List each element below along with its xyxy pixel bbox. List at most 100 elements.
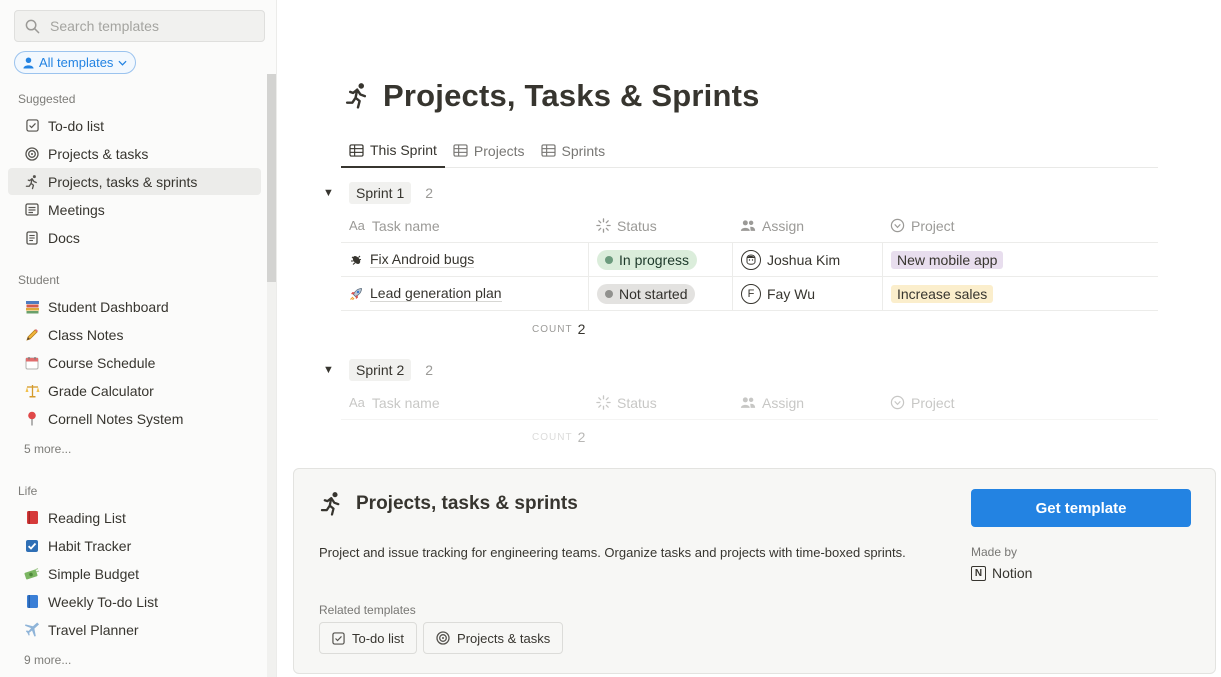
column-label: Status <box>617 394 657 411</box>
life-more-link[interactable]: 9 more... <box>24 653 71 667</box>
collapse-caret-icon[interactable]: ▼ <box>323 187 335 199</box>
column-project[interactable]: Project <box>882 386 1158 419</box>
task-cell[interactable]: Fix Android bugs <box>341 243 588 276</box>
sidebar-item-habit-tracker[interactable]: Habit Tracker <box>8 532 261 559</box>
pin-icon <box>23 410 41 428</box>
column-assign[interactable]: Assign <box>732 209 882 242</box>
table-row[interactable]: Fix Android bugs In progress Joshua Kim … <box>341 243 1158 277</box>
student-more-link[interactable]: 5 more... <box>24 442 71 456</box>
sidebar-item-docs[interactable]: Docs <box>8 224 261 251</box>
group-name: Sprint 1 <box>349 182 412 204</box>
search-box[interactable] <box>14 10 265 42</box>
sidebar-scrollbar-thumb[interactable] <box>267 74 276 282</box>
project-cell[interactable]: New mobile app <box>882 243 1158 276</box>
column-task-name[interactable]: Aa Task name <box>341 209 588 242</box>
collapse-caret-icon[interactable]: ▼ <box>323 364 335 376</box>
sidebar-item-to-do-list[interactable]: To-do list <box>8 112 261 139</box>
task-name: Fix Android bugs <box>370 251 475 268</box>
project-cell[interactable]: Increase sales <box>882 277 1158 310</box>
status-text: Not started <box>619 285 688 302</box>
sidebar-item-course-schedule[interactable]: Course Schedule <box>8 349 261 376</box>
sidebar-item-student-dashboard[interactable]: Student Dashboard <box>8 293 261 320</box>
avatar <box>741 249 761 270</box>
related-to-do-list-button[interactable]: To-do list <box>319 622 418 654</box>
sidebar-item-label: Simple Budget <box>48 565 140 582</box>
sidebar-item-simple-budget[interactable]: Simple Budget <box>8 560 261 587</box>
tab-label: Projects <box>473 142 525 159</box>
all-templates-filter[interactable]: All templates <box>14 51 137 74</box>
column-label: Task name <box>371 394 440 411</box>
group-count-footer[interactable]: COUNT 2 <box>532 321 585 337</box>
group-count: 2 <box>425 185 434 201</box>
column-status[interactable]: Status <box>588 386 732 419</box>
get-template-button[interactable]: Get template <box>971 489 1191 527</box>
text-property-icon: Aa <box>349 218 365 233</box>
count-label: COUNT <box>532 431 573 443</box>
column-status[interactable]: Status <box>588 209 732 242</box>
people-icon <box>740 397 756 408</box>
column-label: Assign <box>762 217 805 234</box>
relation-arrow-icon <box>890 395 905 410</box>
sidebar-item-travel-planner[interactable]: Travel Planner <box>8 616 261 643</box>
column-label: Task name <box>371 217 440 234</box>
assignee-name: Fay Wu <box>767 285 815 302</box>
related-projects-tasks-button[interactable]: Projects & tasks <box>423 622 564 654</box>
section-label-life: Life <box>18 484 38 498</box>
maker-name: Notion <box>992 565 1033 581</box>
document-icon <box>23 229 41 247</box>
table-icon <box>349 143 364 157</box>
sidebar-item-projects-tasks[interactable]: Projects & tasks <box>8 140 261 167</box>
tab-label: This Sprint <box>370 142 437 158</box>
page-title-text: Projects, Tasks & Sprints <box>383 78 760 113</box>
template-description: Project and issue tracking for engineeri… <box>319 545 906 560</box>
runner-icon <box>345 83 367 109</box>
sidebar-item-reading-list[interactable]: Reading List <box>8 504 261 531</box>
table-row[interactable]: Lead generation plan Not started F Fay W… <box>341 277 1158 311</box>
page-title: Projects, Tasks & Sprints <box>345 78 760 114</box>
checkbox-icon <box>332 631 345 645</box>
sidebar-item-label: Meetings <box>48 201 105 218</box>
sprint-1-table: Aa Task name Status Assign Project Fix A… <box>341 209 1158 311</box>
group-count: 2 <box>425 362 434 378</box>
sidebar-item-class-notes[interactable]: Class Notes <box>8 321 261 348</box>
status-cell[interactable]: Not started <box>588 277 732 310</box>
section-label-student: Student <box>18 273 60 287</box>
maker[interactable]: N Notion <box>971 565 1032 581</box>
sidebar-item-label: Cornell Notes System <box>48 410 184 427</box>
search-input[interactable] <box>50 18 250 34</box>
runner-icon <box>320 492 340 516</box>
group-header-sprint-1: ▼ Sprint 1 2 <box>323 182 433 204</box>
related-templates-label: Related templates <box>319 603 416 617</box>
project-tag: Increase sales <box>891 284 994 303</box>
assign-cell[interactable]: F Fay Wu <box>732 277 882 310</box>
status-cell[interactable]: In progress <box>588 243 732 276</box>
made-by-label: Made by <box>971 545 1018 559</box>
books-icon <box>23 298 41 316</box>
sidebar-item-label: Projects, tasks & sprints <box>48 173 198 190</box>
sidebar-item-label: Course Schedule <box>48 354 156 371</box>
sidebar-item-label: Projects & tasks <box>48 145 149 162</box>
tab-sprints[interactable]: Sprints <box>533 134 614 167</box>
column-assign[interactable]: Assign <box>732 386 882 419</box>
tab-projects[interactable]: Projects <box>445 134 533 167</box>
related-label: Projects & tasks <box>457 630 551 646</box>
relation-arrow-icon <box>890 218 905 233</box>
column-project[interactable]: Project <box>882 209 1158 242</box>
assign-cell[interactable]: Joshua Kim <box>732 243 882 276</box>
calendar-icon <box>23 354 41 372</box>
task-cell[interactable]: Lead generation plan <box>341 277 588 310</box>
runner-icon <box>23 173 41 191</box>
sidebar-item-weekly-to-do-list[interactable]: Weekly To-do List <box>8 588 261 615</box>
group-count-footer[interactable]: COUNT 2 <box>532 429 585 445</box>
table-icon <box>540 144 556 157</box>
sidebar-item-projects-tasks-sprints[interactable]: Projects, tasks & sprints <box>8 168 261 195</box>
sidebar-item-grade-calculator[interactable]: Grade Calculator <box>8 377 261 404</box>
template-info-card: Projects, tasks & sprints Project and is… <box>293 468 1216 674</box>
column-task-name[interactable]: Aa Task name <box>341 386 588 419</box>
sidebar-item-meetings[interactable]: Meetings <box>8 196 261 223</box>
table-header-row: Aa Task name Status Assign Project <box>341 386 1158 420</box>
sidebar-item-cornell-notes-system[interactable]: Cornell Notes System <box>8 405 261 432</box>
person-icon <box>23 57 34 68</box>
tab-this-sprint[interactable]: This Sprint <box>341 134 445 168</box>
card-title: Projects, tasks & sprints <box>320 491 578 517</box>
